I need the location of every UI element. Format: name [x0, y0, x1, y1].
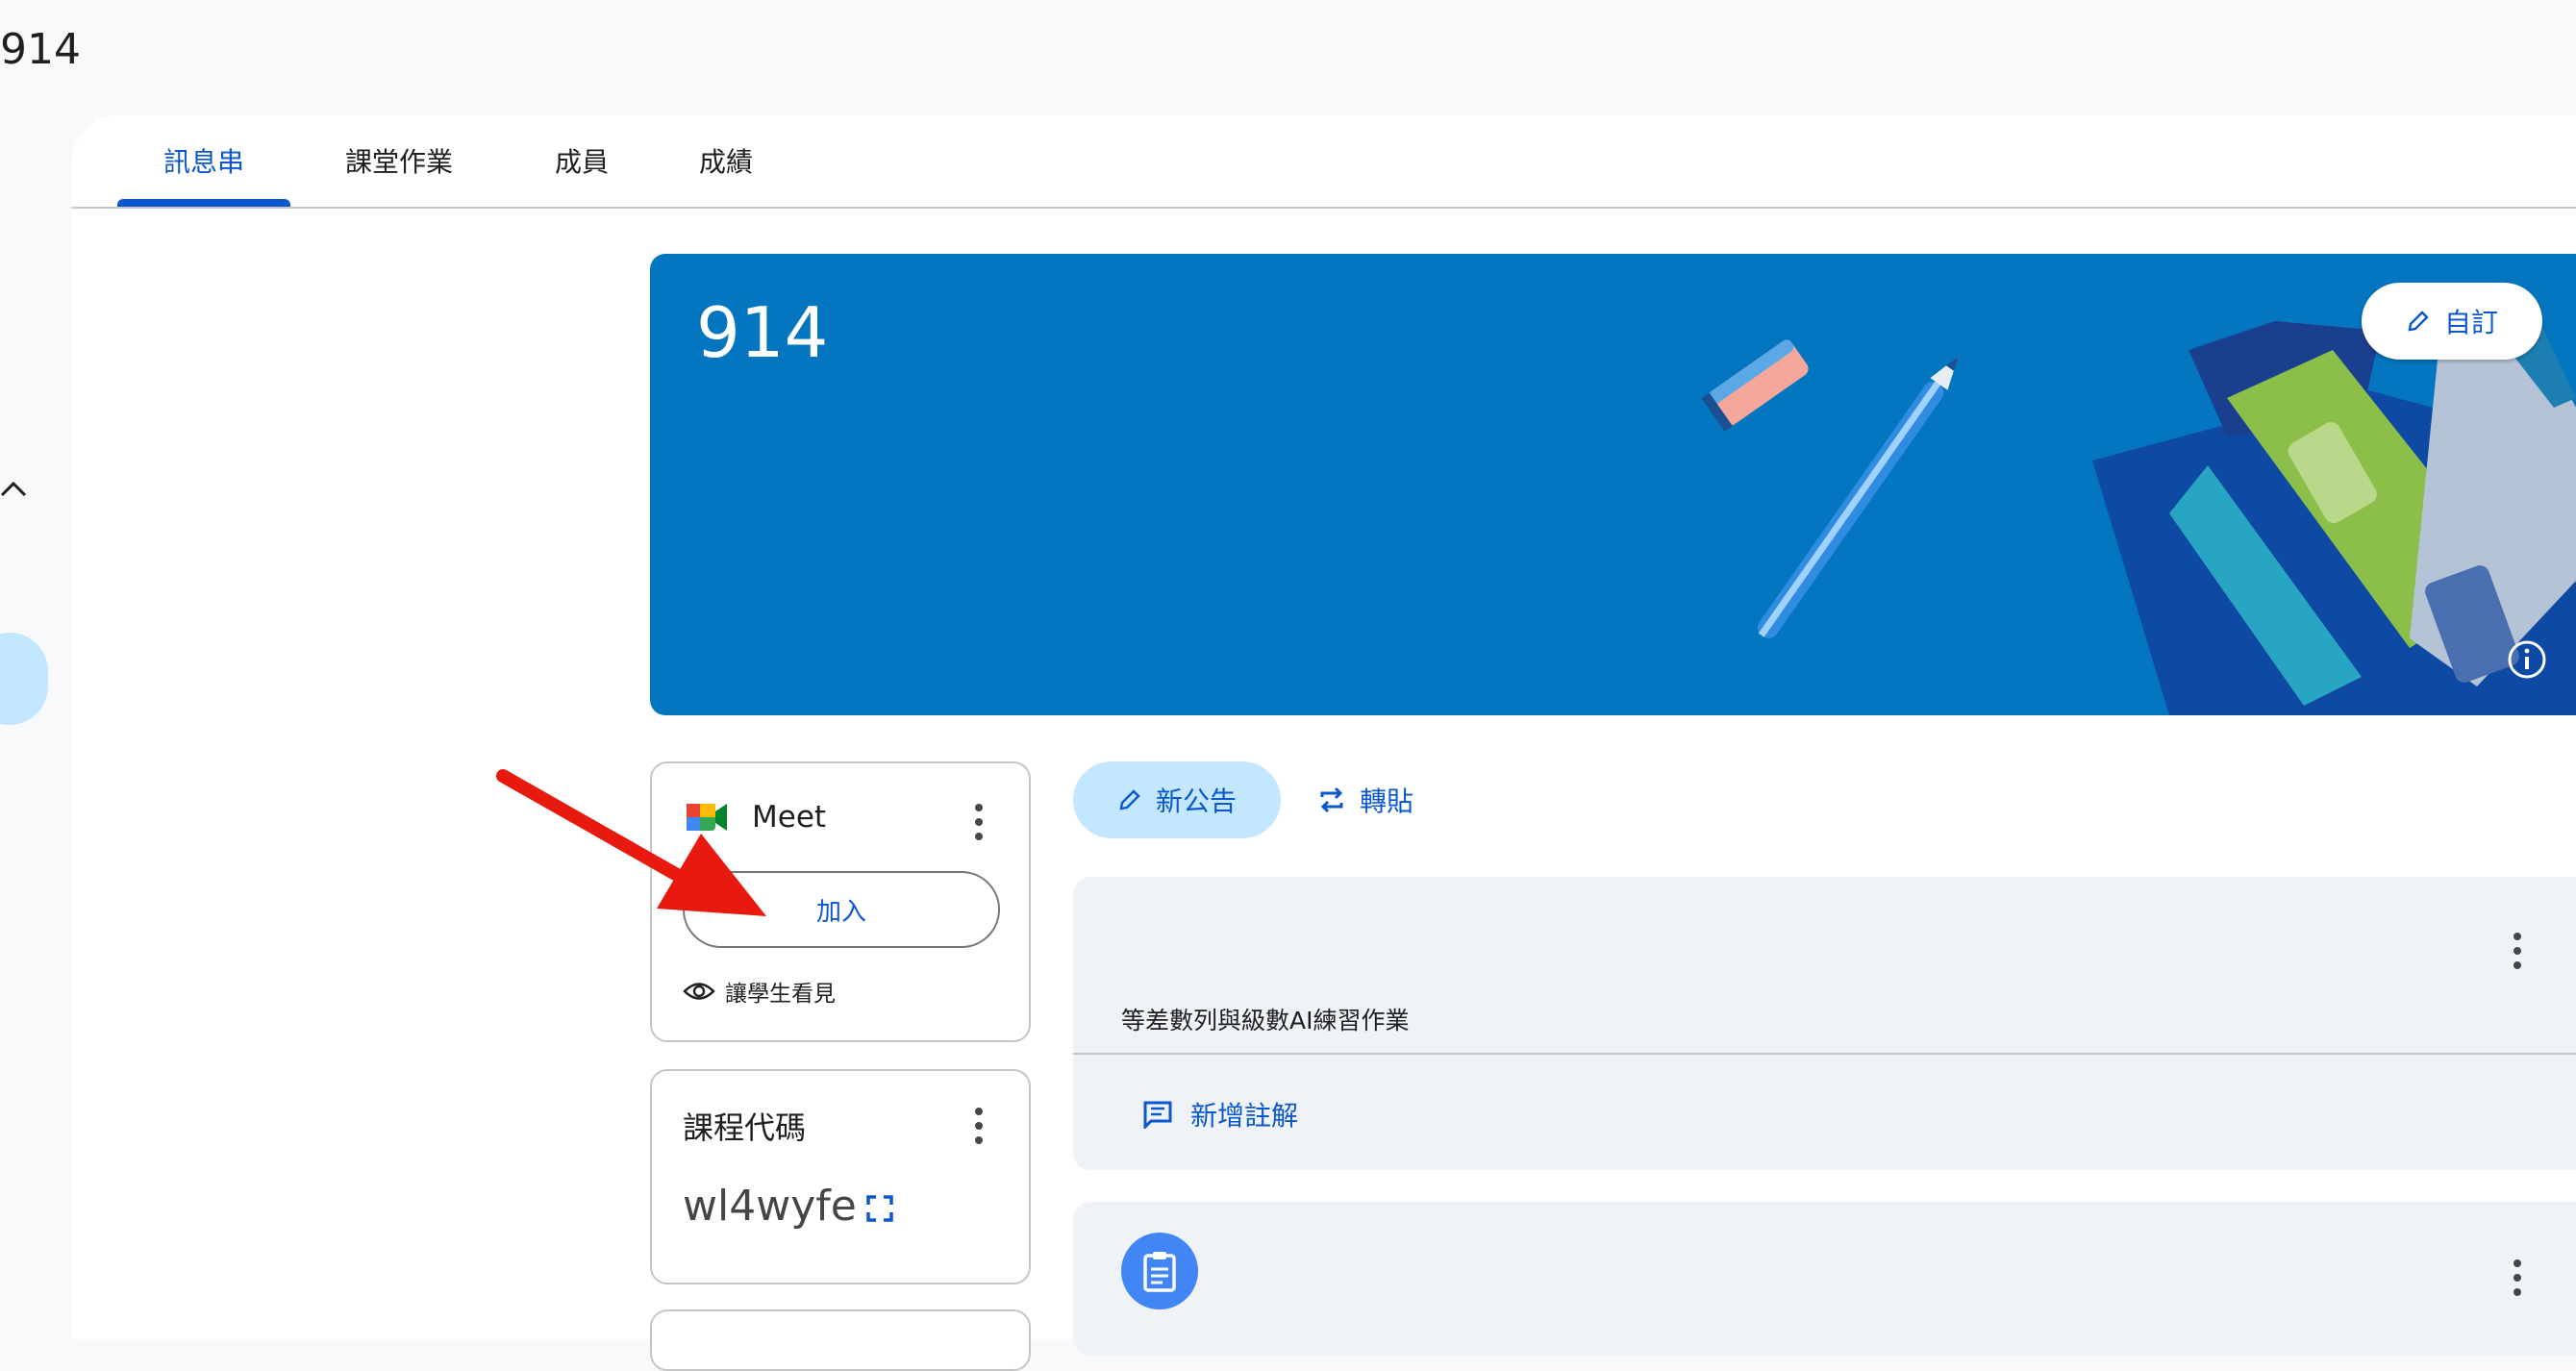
repost-button[interactable]: 轉貼: [1317, 761, 1442, 838]
repost-label: 轉貼: [1360, 785, 1414, 817]
new-announcement-button[interactable]: 新公告: [1073, 761, 1281, 838]
new-announcement-label: 新公告: [1155, 785, 1237, 817]
class-code-title: 課程代碼: [683, 1109, 807, 1146]
chevron-up-icon[interactable]: [0, 476, 29, 505]
annotation-arrow: [496, 769, 766, 916]
left-rail-selected-pill[interactable]: [0, 633, 48, 725]
class-code-value: wl4wyfe: [683, 1182, 857, 1231]
repost-icon: [1320, 786, 1343, 813]
more-vert-icon[interactable]: [969, 1104, 988, 1148]
tab-people[interactable]: 成員: [524, 141, 639, 180]
tab-bar: 訊息串 課堂作業 成員 成績: [72, 115, 2576, 209]
upcoming-card: [650, 1309, 1031, 1371]
post-divider: [1073, 1053, 2576, 1055]
comment-icon: [1143, 1101, 1172, 1129]
tab-grades[interactable]: 成績: [668, 141, 784, 180]
add-comment-button[interactable]: 新增註解: [1142, 1095, 1298, 1134]
page-title: 914: [0, 25, 81, 74]
post-title: 等差數列與級數AI練習作業: [1121, 1007, 1410, 1034]
expand-icon[interactable]: [865, 1194, 894, 1223]
active-tab-indicator: [117, 199, 290, 207]
info-icon[interactable]: [2506, 638, 2548, 681]
pencil-icon: [2408, 311, 2429, 332]
assignment-icon: [1121, 1233, 1198, 1309]
more-vert-icon[interactable]: [2508, 1256, 2527, 1300]
add-comment-label: 新增註解: [1190, 1100, 1299, 1132]
class-banner: 914 自訂: [650, 254, 2576, 715]
customize-button[interactable]: 自訂: [2362, 283, 2542, 360]
class-code-card: 課程代碼 wl4wyfe: [650, 1069, 1031, 1284]
banner-title: 914: [696, 292, 829, 373]
more-vert-icon[interactable]: [2508, 929, 2527, 973]
visibility-toggle[interactable]: 讓學生看見: [683, 975, 836, 1008]
tab-classwork[interactable]: 課堂作業: [322, 141, 476, 180]
visibility-label: 讓學生看見: [725, 982, 836, 1007]
assignment-post-card[interactable]: [1073, 1202, 2576, 1356]
eye-icon: [683, 983, 715, 1000]
tab-stream[interactable]: 訊息串: [117, 141, 290, 180]
more-vert-icon[interactable]: [969, 800, 988, 844]
post-card[interactable]: 等差數列與級數AI練習作業 新增註解: [1073, 877, 2576, 1170]
customize-label: 自訂: [2443, 307, 2498, 338]
pencil-icon: [1119, 789, 1140, 810]
